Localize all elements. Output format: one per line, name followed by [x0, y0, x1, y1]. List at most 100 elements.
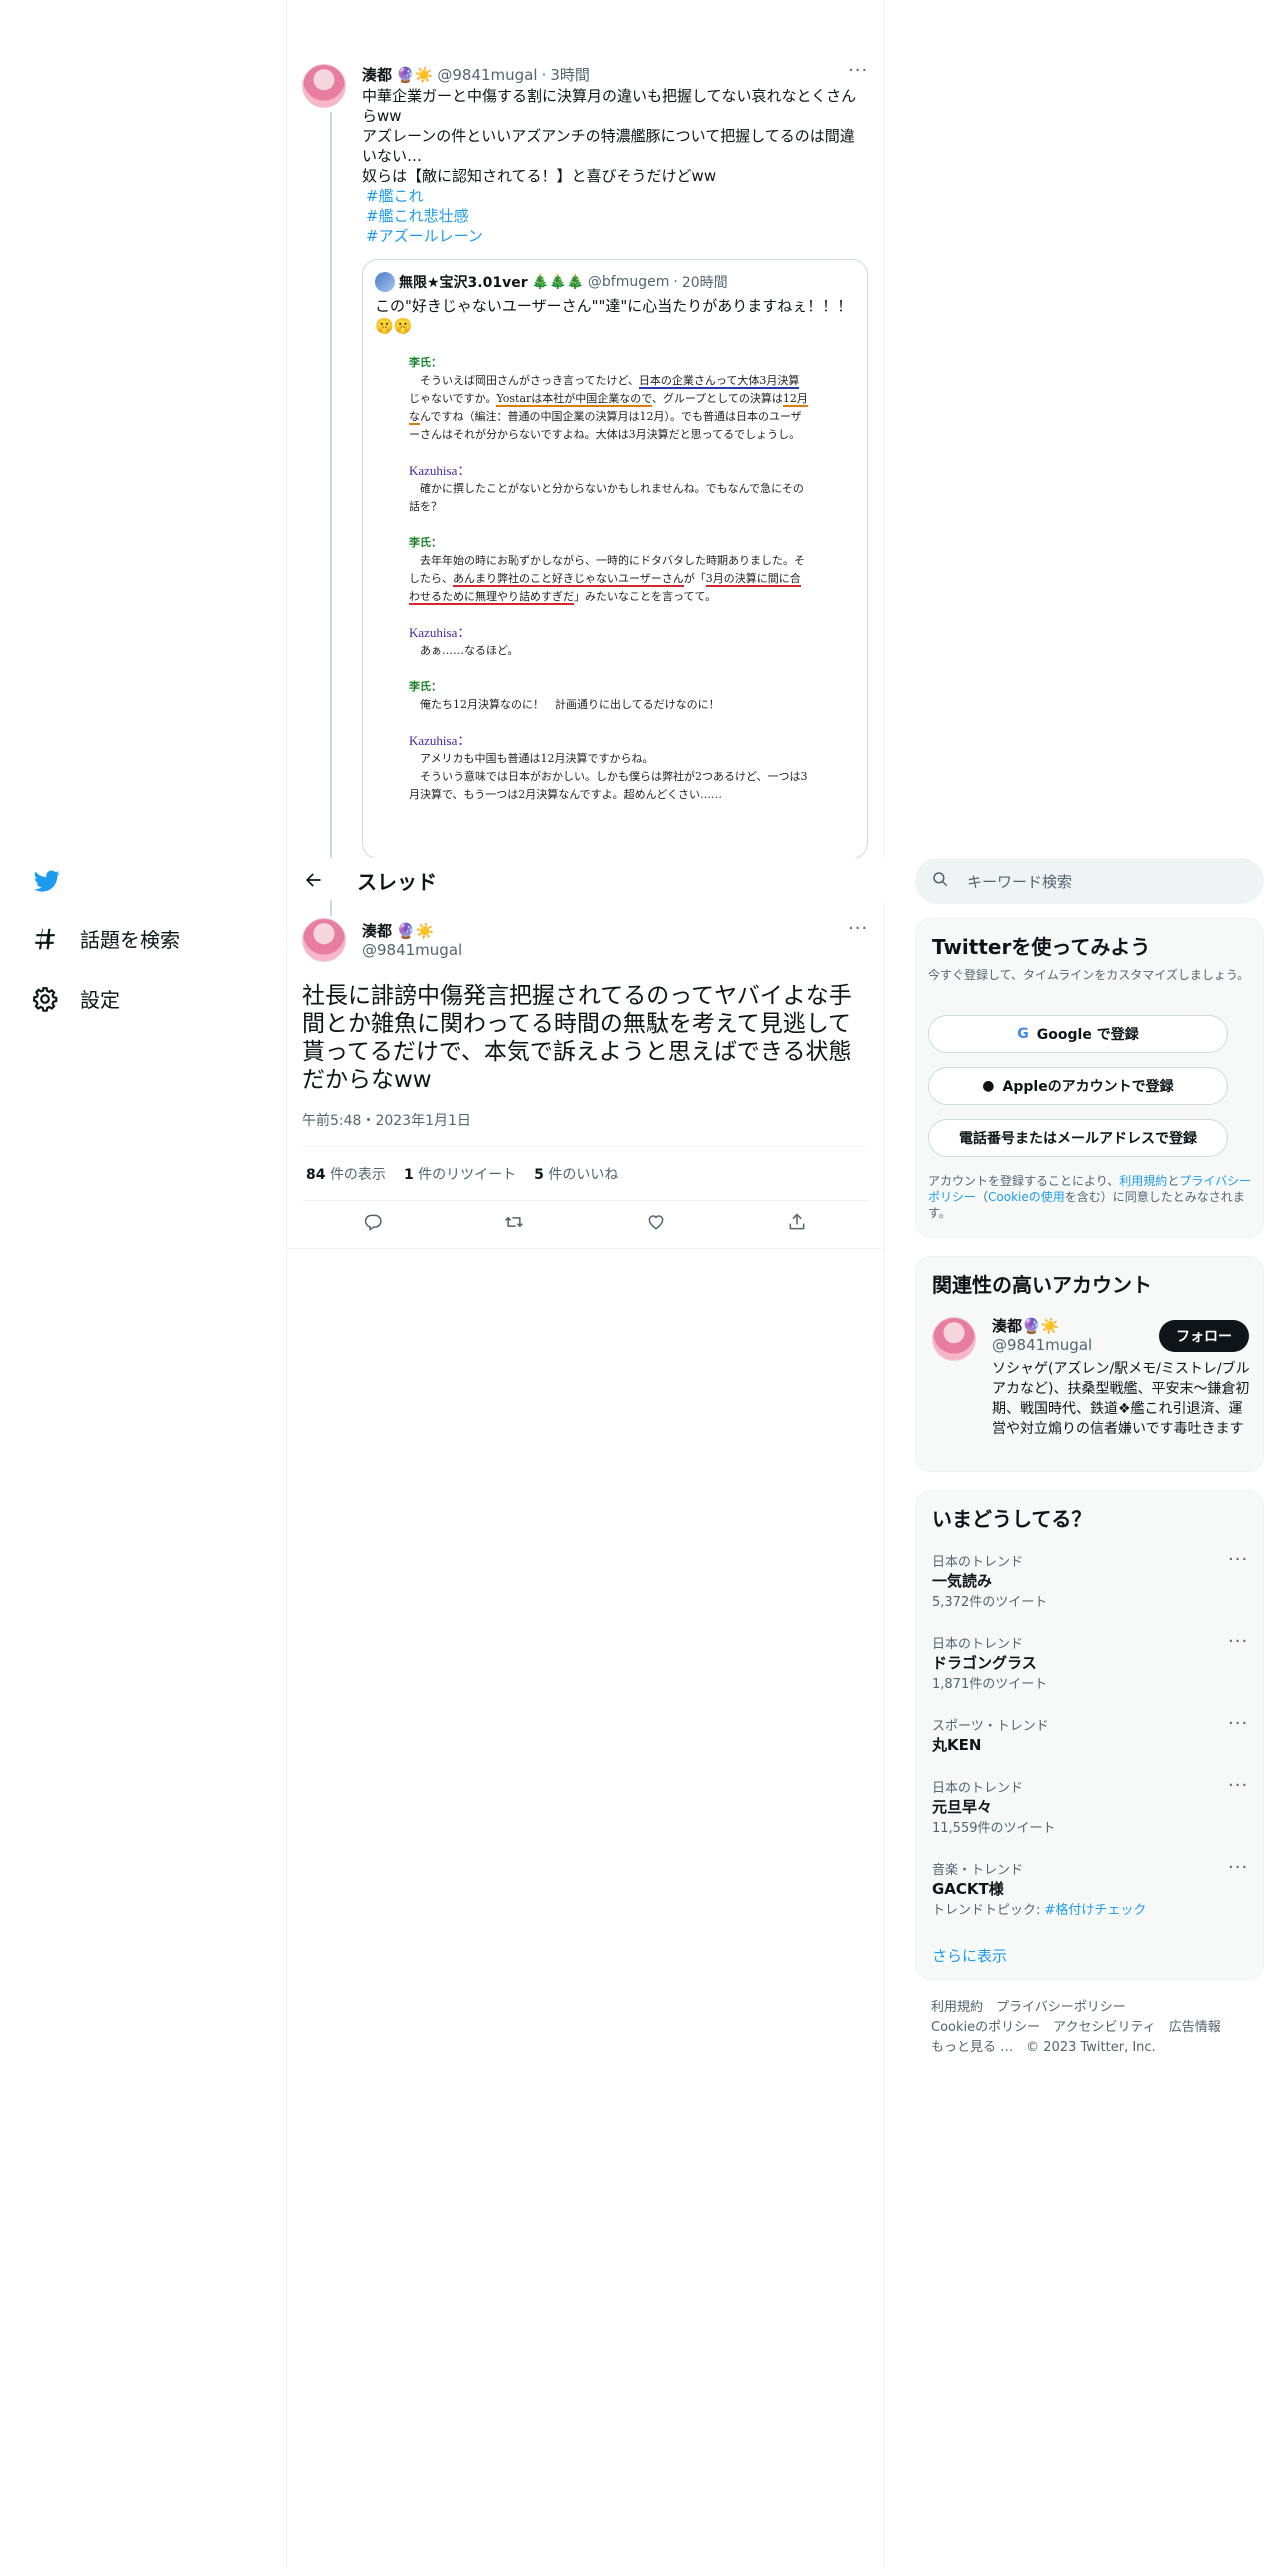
hashtag-icon — [35, 928, 55, 949]
related-account-name[interactable]: 湊都🔮☀️ @9841mugal — [992, 1315, 1092, 1354]
like-icon[interactable] — [646, 1212, 666, 1236]
more-icon[interactable]: ··· — [1228, 1631, 1248, 1652]
hashtag[interactable]: #アズールレーン — [366, 226, 862, 246]
apple-signup-button[interactable]: ● Appleのアカウントで登録 — [928, 1067, 1228, 1105]
apple-signup-label: Appleのアカウントで登録 — [1002, 1079, 1174, 1095]
avatar[interactable] — [302, 918, 346, 962]
author-handle[interactable]: @9841mugal — [362, 941, 462, 959]
more-icon[interactable]: ··· — [848, 918, 868, 939]
back-arrow-icon[interactable] — [303, 870, 323, 894]
trends-card: いまどうしてる？ 日本のトレンド 一気読み 5,372件のツイート ··· 日本… — [915, 1490, 1264, 1980]
terms-link[interactable]: 利用規約 — [1119, 1174, 1167, 1188]
avatar[interactable] — [932, 1317, 976, 1361]
separator-dot: · — [673, 274, 678, 290]
main-column-left-border — [286, 0, 287, 2568]
speaker-kazuhisa: Kazuhisa： — [409, 463, 471, 478]
views-stat[interactable]: 84 件の表示 — [306, 1164, 386, 1184]
retweets-stat[interactable]: 1 件のリツイート — [404, 1164, 516, 1184]
trend-topic-link[interactable]: #格付けチェック — [1045, 1903, 1147, 1918]
tweet-time[interactable]: 3時間 — [550, 64, 590, 85]
thread-tweet-header: 湊都 🔮☀️ @9841mugal · 3時間 — [362, 64, 590, 85]
author-emoji: 🔮☀️ — [396, 65, 434, 84]
footer-accessibility[interactable]: アクセシビリティ — [1053, 2020, 1156, 2035]
tweet-timestamp[interactable]: 午前5:48・2023年1月1日 — [302, 1110, 471, 1130]
main-tweet-text: 社長に誹謗中傷発言把握されてるのってヤバイよな手間とか雑魚に関わってる時間の無駄… — [302, 983, 852, 1093]
follow-button[interactable]: フォロー — [1159, 1320, 1249, 1352]
divider — [302, 1146, 868, 1147]
author-handle[interactable]: @9841mugal — [437, 66, 537, 84]
footer-cookie[interactable]: Cookieのポリシー — [931, 2020, 1040, 2035]
more-icon[interactable]: ··· — [1228, 1549, 1248, 1570]
quoted-emoji: 🤫🤫 — [375, 317, 413, 335]
google-signup-button[interactable]: G Google で登録 — [928, 1015, 1228, 1053]
tweet-line: アズレーンの件といいアズアンチの特濃艦豚について把握してるのは間違いない… — [362, 127, 855, 165]
footer-ads[interactable]: 広告情報 — [1169, 2020, 1221, 2035]
speaker-li: 李氏： — [409, 680, 442, 693]
trend-name: 丸KEN — [932, 1736, 982, 1754]
trend-item[interactable]: 音楽・トレンド GACKT様 トレンドトピック: #格付けチェック — [932, 1859, 1252, 1918]
trends-title: いまどうしてる？ — [932, 1507, 1092, 1531]
author-name[interactable]: 湊都 — [362, 922, 392, 940]
quoted-author-handle: @bfmugem — [587, 274, 670, 290]
author-emoji: 🔮☀️ — [396, 922, 435, 940]
trend-name: ドラゴングラス — [932, 1654, 1037, 1672]
trend-item[interactable]: 日本のトレンド 元旦早々 11,559件のツイート — [932, 1777, 1252, 1836]
likes-stat[interactable]: 5 件のいいね — [534, 1164, 618, 1184]
avatar[interactable] — [302, 64, 346, 108]
twitter-logo-icon[interactable] — [32, 868, 62, 892]
interview-paragraph: そういう意味では日本がおかしい。しかも僕らは弊社が2つあるけど、一つは3月決算で… — [409, 770, 808, 801]
author-name[interactable]: 湊都 — [362, 64, 392, 85]
cookie-link[interactable]: Cookieの使用 — [988, 1190, 1065, 1204]
more-icon[interactable]: ··· — [1228, 1713, 1248, 1734]
main-tweet-author[interactable]: 湊都 🔮☀️ @9841mugal — [362, 920, 462, 959]
thread-header: スレッド — [287, 858, 885, 902]
more-icon[interactable]: ··· — [848, 60, 868, 81]
trend-name: 元旦早々 — [932, 1798, 993, 1816]
speaker-kazuhisa: Kazuhisa： — [409, 733, 471, 748]
trend-topic: トレンドトピック: #格付けチェック — [932, 1903, 1147, 1918]
trend-count: 11,559件のツイート — [932, 1821, 1056, 1836]
more-icon[interactable]: ··· — [1228, 1857, 1248, 1878]
share-icon[interactable] — [787, 1212, 807, 1236]
search-box[interactable]: キーワード検索 — [915, 858, 1264, 904]
trend-category: 日本のトレンド — [932, 1637, 1024, 1652]
more-icon[interactable]: ··· — [1228, 1775, 1248, 1796]
quoted-tweet-header: 無限★宝沢3.01ver 🎄🎄🎄 @bfmugem · 20時間 — [375, 272, 728, 292]
footer-more[interactable]: もっと見る … — [931, 2040, 1013, 2055]
hashtag[interactable]: #艦これ悲壮感 — [366, 206, 862, 226]
hashtag[interactable]: #艦これ — [366, 186, 862, 206]
nav-settings-label: 設定 — [80, 988, 120, 1012]
phone-signup-button[interactable]: 電話番号またはメールアドレスで登録 — [928, 1119, 1228, 1157]
reply-icon[interactable] — [363, 1212, 383, 1236]
footer-terms[interactable]: 利用規約 — [931, 2000, 983, 2015]
thread-connector-line — [330, 112, 332, 912]
trend-category: 日本のトレンド — [932, 1555, 1024, 1570]
page-title: スレッド — [357, 870, 437, 894]
divider — [287, 1248, 884, 1249]
quoted-tweet-card[interactable]: 無限★宝沢3.01ver 🎄🎄🎄 @bfmugem · 20時間 この"好きじゃ… — [362, 259, 868, 859]
quoted-text: この"好きじゃないユーザーさん""達"に心当たりがありますねぇ！！！ — [375, 297, 853, 315]
interview-paragraph: 俺たち12月決算なのに！ 計画通りに出してるだけなのに！ — [409, 698, 720, 711]
trend-item[interactable]: 日本のトレンド 一気読み 5,372件のツイート — [932, 1551, 1252, 1610]
related-accounts-card: 関連性の高いアカウント 湊都🔮☀️ @9841mugal フォロー ソシャゲ(ア… — [915, 1256, 1264, 1472]
tweet-line: 奴らは【敵に認知されてる！】と喜びそうだけどww — [362, 167, 717, 185]
trend-count: 1,871件のツイート — [932, 1677, 1048, 1692]
trend-item[interactable]: スポーツ・トレンド 丸KEN — [932, 1715, 1252, 1755]
thread-tweet-text: 中華企業ガーと中傷する割に決算月の違いも把握してない哀れなとくさんらww アズレ… — [362, 86, 862, 246]
quoted-image[interactable]: 李氏： そういえば岡田さんがさっき言ってたけど、日本の企業さんって大体3月決算じ… — [373, 348, 859, 858]
search-icon — [931, 870, 949, 892]
search-input[interactable]: キーワード検索 — [967, 871, 1072, 892]
trend-name: GACKT様 — [932, 1880, 1004, 1898]
quoted-tweet-text: この"好きじゃないユーザーさん""達"に心当たりがありますねぇ！！！ 🤫🤫 — [375, 296, 855, 336]
related-handle: @9841mugal — [992, 1336, 1093, 1354]
trend-item[interactable]: 日本のトレンド ドラゴングラス 1,871件のツイート — [932, 1633, 1252, 1692]
retweet-icon[interactable] — [504, 1212, 524, 1236]
footer-links: 利用規約 プライバシーポリシー Cookieのポリシー アクセシビリティ 広告情… — [931, 1998, 1261, 2058]
gear-icon — [33, 986, 58, 1012]
interview-paragraph: アメリカも中国も普通は12月決算ですからね。 — [409, 752, 654, 765]
show-more-link[interactable]: さらに表示 — [932, 1945, 1007, 1966]
footer-privacy[interactable]: プライバシーポリシー — [996, 2000, 1126, 2015]
nav-explore[interactable]: 話題を検索 — [32, 924, 180, 953]
nav-settings[interactable]: 設定 — [32, 984, 120, 1013]
footer-copyright: © 2023 Twitter, Inc. — [1026, 2040, 1156, 2055]
